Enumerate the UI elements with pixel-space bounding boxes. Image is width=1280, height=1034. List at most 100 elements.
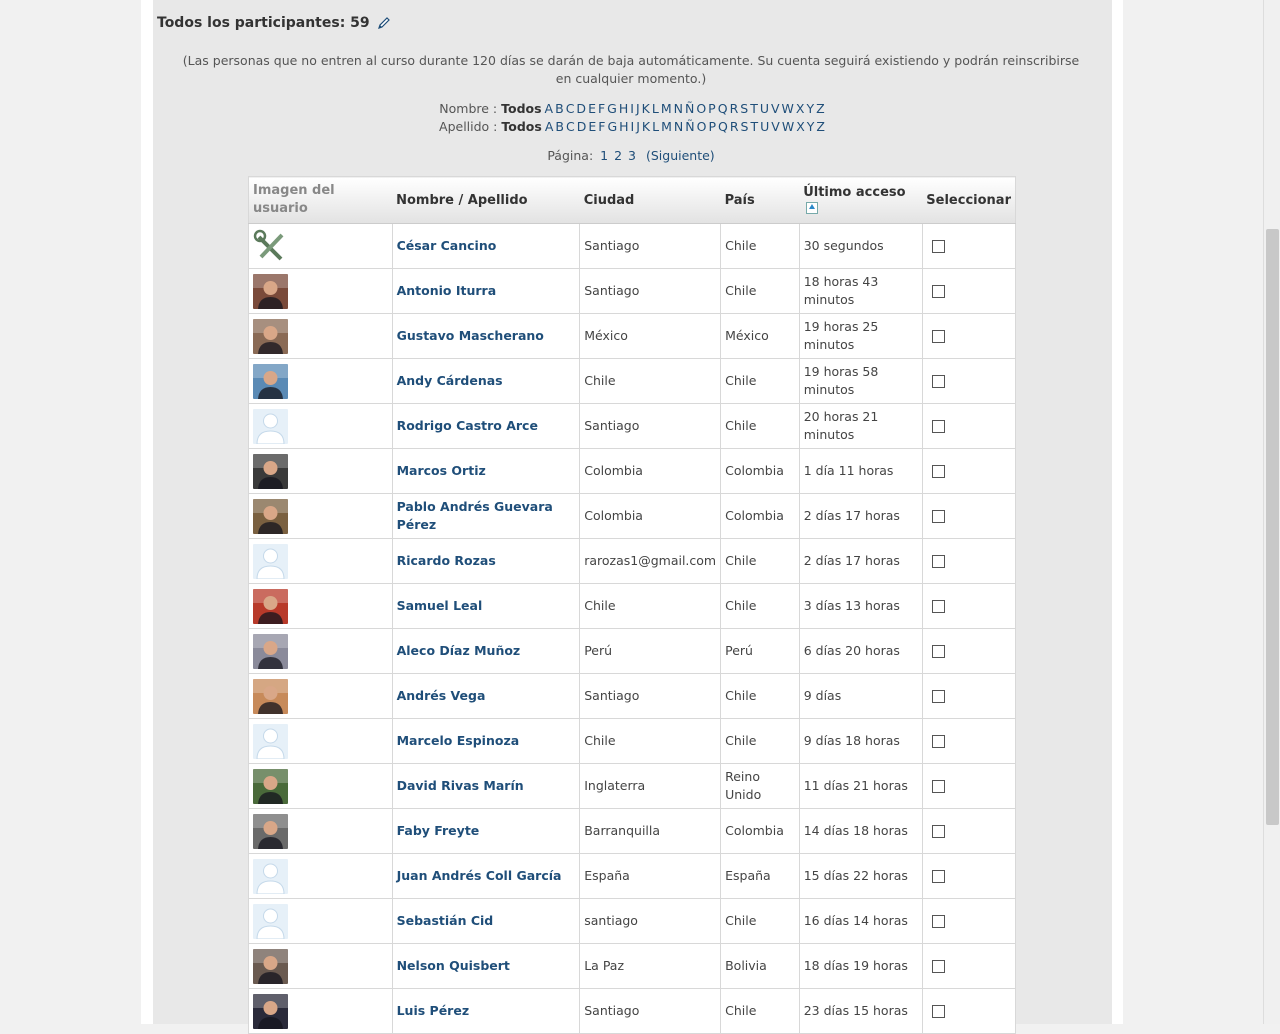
user-photo-avatar[interactable] xyxy=(253,273,288,309)
user-name-link[interactable]: César Cancino xyxy=(397,238,497,253)
user-photo-avatar[interactable] xyxy=(253,768,288,804)
user-photo-avatar[interactable] xyxy=(253,588,288,624)
user-name-link[interactable]: Andrés Vega xyxy=(397,688,486,703)
lastname-letter-link[interactable]: E xyxy=(588,119,596,134)
select-checkbox[interactable] xyxy=(931,284,945,298)
default-user-avatar-icon[interactable] xyxy=(253,723,288,759)
lastname-letter-link[interactable]: G xyxy=(607,119,617,134)
lastname-letter-link[interactable]: T xyxy=(750,119,758,134)
select-checkbox[interactable] xyxy=(931,959,945,973)
lastname-letter-link[interactable]: S xyxy=(741,119,749,134)
lastname-letter-link[interactable]: O xyxy=(697,119,707,134)
user-photo-avatar[interactable] xyxy=(253,678,288,714)
user-name-link[interactable]: Faby Freyte xyxy=(397,823,480,838)
pagination-page-link[interactable]: 3 xyxy=(628,148,636,163)
lastname-letter-link[interactable]: C xyxy=(566,119,575,134)
col-header-last-access[interactable]: Último acceso xyxy=(799,176,923,224)
lastname-letter-link[interactable]: Ñ xyxy=(685,119,694,134)
user-photo-avatar[interactable] xyxy=(253,633,288,669)
sort-ascending-icon[interactable] xyxy=(806,202,819,214)
user-name-link[interactable]: Andy Cárdenas xyxy=(397,373,503,388)
lastname-letter-link[interactable]: I xyxy=(631,119,635,134)
firstname-letter-link[interactable]: S xyxy=(740,101,748,116)
select-checkbox[interactable] xyxy=(931,914,945,928)
firstname-letter-link[interactable]: I xyxy=(630,101,634,116)
user-photo-avatar[interactable] xyxy=(253,993,288,1029)
select-checkbox[interactable] xyxy=(931,824,945,838)
select-checkbox[interactable] xyxy=(931,644,945,658)
lastname-letter-link[interactable]: M xyxy=(661,119,672,134)
user-photo-avatar[interactable] xyxy=(253,813,288,849)
lastname-letter-link[interactable]: B xyxy=(555,119,564,134)
firstname-letter-link[interactable]: O xyxy=(696,101,706,116)
user-photo-avatar[interactable] xyxy=(253,498,288,534)
user-name-link[interactable]: Pablo Andrés Guevara Pérez xyxy=(397,499,553,532)
firstname-letter-link[interactable]: C xyxy=(566,101,575,116)
col-header-country[interactable]: País xyxy=(720,176,800,224)
lastname-letter-link[interactable]: F xyxy=(598,119,605,134)
firstname-letter-link[interactable]: L xyxy=(652,101,659,116)
select-checkbox[interactable] xyxy=(931,239,945,253)
select-checkbox[interactable] xyxy=(931,509,945,523)
pagination-page-link[interactable]: 1 xyxy=(600,148,608,163)
firstname-letter-link[interactable]: Ñ xyxy=(685,101,694,116)
lastname-letter-link[interactable]: D xyxy=(577,119,587,134)
firstname-letter-link[interactable]: U xyxy=(760,101,769,116)
lastname-letter-link[interactable]: Z xyxy=(816,119,825,134)
firstname-letter-link[interactable]: P xyxy=(708,101,716,116)
select-checkbox[interactable] xyxy=(931,374,945,388)
lastname-letter-link[interactable]: A xyxy=(545,119,554,134)
firstname-letter-link[interactable]: E xyxy=(588,101,596,116)
firstname-letter-link[interactable]: W xyxy=(782,101,794,116)
user-name-link[interactable]: Ricardo Rozas xyxy=(397,553,496,568)
firstname-letter-link[interactable]: B xyxy=(555,101,564,116)
lastname-letter-link[interactable]: J xyxy=(636,119,640,134)
col-header-city[interactable]: Ciudad xyxy=(579,176,721,224)
lastname-letter-link[interactable]: V xyxy=(771,119,780,134)
firstname-letter-link[interactable]: N xyxy=(674,101,683,116)
select-checkbox[interactable] xyxy=(931,1004,945,1018)
select-checkbox[interactable] xyxy=(931,419,945,433)
user-name-link[interactable]: Marcos Ortiz xyxy=(397,463,486,478)
firstname-letter-link[interactable]: R xyxy=(730,101,739,116)
user-name-link[interactable]: Luis Pérez xyxy=(397,1003,470,1018)
firstname-letter-link[interactable]: Z xyxy=(816,101,825,116)
default-user-avatar-icon[interactable] xyxy=(253,858,288,894)
select-checkbox[interactable] xyxy=(931,734,945,748)
firstname-letter-link[interactable]: Y xyxy=(807,101,815,116)
firstname-letter-link[interactable]: V xyxy=(771,101,780,116)
edit-pencil-icon[interactable] xyxy=(377,16,391,30)
pagination-next-link[interactable]: (Siguiente) xyxy=(646,148,715,163)
firstname-letter-link[interactable]: G xyxy=(607,101,617,116)
firstname-letter-link[interactable]: H xyxy=(619,101,628,116)
default-user-avatar-icon[interactable] xyxy=(253,543,288,579)
user-name-link[interactable]: Antonio Iturra xyxy=(397,283,497,298)
pagination-page-link[interactable]: 2 xyxy=(614,148,622,163)
select-checkbox[interactable] xyxy=(931,554,945,568)
user-name-link[interactable]: David Rivas Marín xyxy=(397,778,524,793)
lastname-letter-link[interactable]: K xyxy=(642,119,650,134)
col-header-name[interactable]: Nombre / Apellido xyxy=(392,176,580,224)
select-checkbox[interactable] xyxy=(931,689,945,703)
user-photo-avatar[interactable] xyxy=(253,363,288,399)
default-user-avatar-icon[interactable] xyxy=(253,903,288,939)
select-checkbox[interactable] xyxy=(931,869,945,883)
scrollbar-thumb[interactable] xyxy=(1266,229,1279,825)
select-checkbox[interactable] xyxy=(931,599,945,613)
tools-avatar-icon[interactable] xyxy=(253,228,288,264)
default-user-avatar-icon[interactable] xyxy=(253,408,288,444)
lastname-letter-link[interactable]: U xyxy=(760,119,769,134)
user-name-link[interactable]: Nelson Quisbert xyxy=(397,958,510,973)
firstname-letter-link[interactable]: F xyxy=(598,101,605,116)
user-photo-avatar[interactable] xyxy=(253,318,288,354)
user-name-link[interactable]: Marcelo Espinoza xyxy=(397,733,520,748)
lastname-letter-link[interactable]: L xyxy=(652,119,659,134)
firstname-letter-link[interactable]: A xyxy=(545,101,554,116)
lastname-letter-link[interactable]: P xyxy=(708,119,716,134)
firstname-letter-link[interactable]: D xyxy=(576,101,586,116)
user-photo-avatar[interactable] xyxy=(253,453,288,489)
lastname-letter-link[interactable]: R xyxy=(730,119,739,134)
firstname-letter-link[interactable]: M xyxy=(661,101,672,116)
user-name-link[interactable]: Rodrigo Castro Arce xyxy=(397,418,538,433)
firstname-letter-link[interactable]: Q xyxy=(718,101,728,116)
